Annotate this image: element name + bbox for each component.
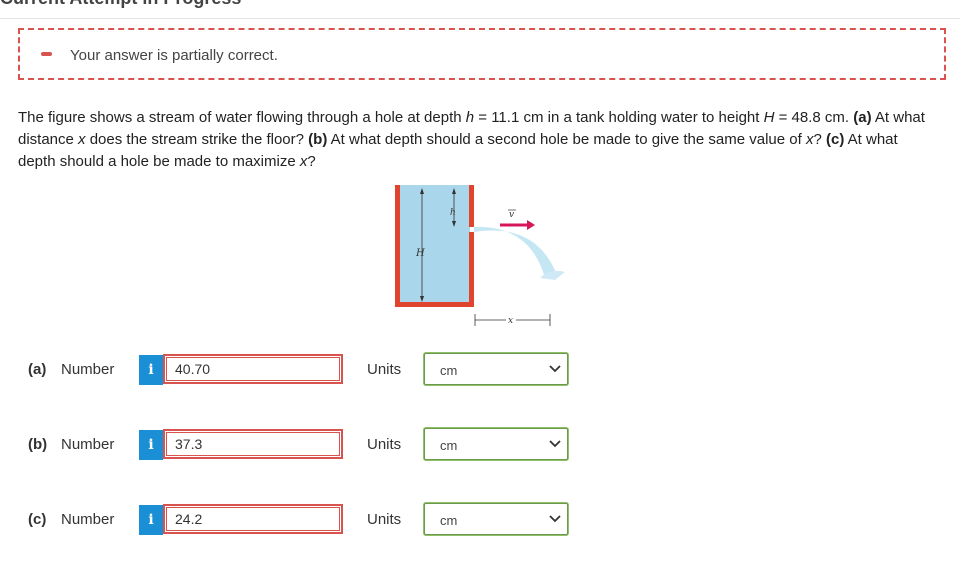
water-stream: [474, 226, 558, 278]
info-icon[interactable]: i: [139, 430, 163, 460]
tank-right-wall-upper: [469, 185, 474, 227]
tank-right-wall-lower: [469, 232, 474, 307]
number-label: Number: [61, 361, 115, 378]
question-text: The figure shows a stream of water flowi…: [18, 109, 925, 170]
units-selected-value: cm: [440, 363, 458, 378]
answer-input[interactable]: 40.70: [163, 354, 343, 384]
units-selected-value: cm: [440, 513, 458, 528]
answer-input[interactable]: 24.2: [163, 504, 343, 534]
answer-row-c: (c) Number i 24.2 Units cm: [0, 502, 960, 538]
chevron-down-icon: [549, 440, 561, 448]
units-label: Units: [367, 436, 402, 453]
h-label: h: [450, 208, 456, 218]
units-selected-value: cm: [440, 438, 458, 453]
units-label: Units: [367, 511, 402, 528]
x-label: x: [508, 316, 513, 326]
number-label: Number: [61, 511, 115, 528]
tank-bottom: [395, 302, 474, 307]
tank-left-wall: [395, 185, 400, 307]
answer-input[interactable]: 37.3: [163, 429, 343, 459]
info-icon[interactable]: i: [139, 505, 163, 535]
units-select[interactable]: cm: [424, 503, 568, 535]
part-label: (b): [28, 436, 48, 453]
tank-figure: H h v x: [395, 185, 565, 326]
answer-row-b: (b) Number i 37.3 Units cm: [0, 427, 960, 463]
number-label: Number: [61, 436, 115, 453]
part-label: (c): [28, 511, 47, 528]
chevron-down-icon: [549, 365, 561, 373]
feedback-message: Your answer is partially correct.: [70, 47, 278, 64]
units-label: Units: [367, 361, 402, 378]
page-header: Current Attempt in Progress: [0, 0, 960, 19]
velocity-arrow-head: [527, 220, 535, 230]
units-select[interactable]: cm: [424, 353, 568, 385]
feedback-banner: Your answer is partially correct.: [18, 28, 946, 80]
info-icon[interactable]: i: [139, 355, 163, 385]
units-select[interactable]: cm: [424, 428, 568, 460]
header-title: Current Attempt in Progress: [0, 0, 241, 9]
tank-water: [398, 185, 470, 303]
partial-correct-icon: [41, 52, 52, 56]
v-label: v: [509, 210, 514, 220]
H-label: H: [415, 248, 425, 259]
chevron-down-icon: [549, 515, 561, 523]
answer-row-a: (a) Number i 40.70 Units cm: [0, 352, 960, 388]
part-label: (a): [28, 361, 47, 378]
